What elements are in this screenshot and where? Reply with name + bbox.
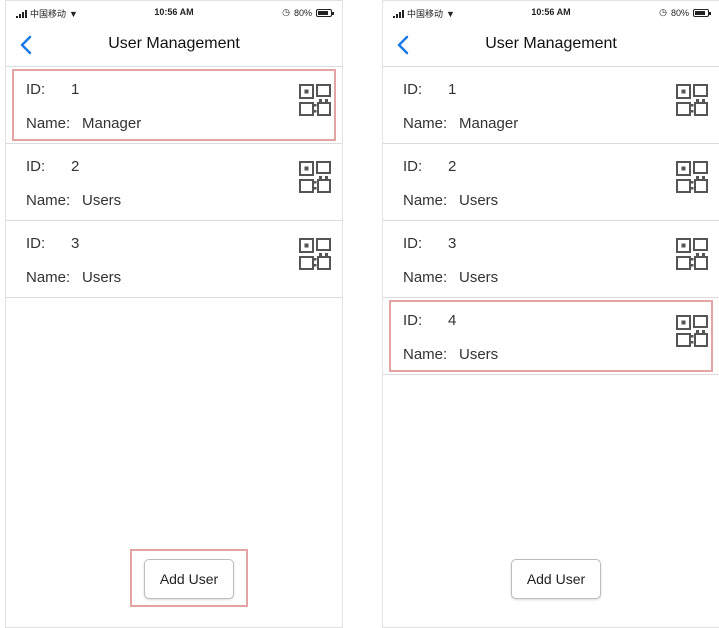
user-list: ID: 1 Name: Manager ID: 2 Name: Users ID: 3 N…: [6, 67, 342, 298]
qr-code-icon[interactable]: [298, 83, 332, 117]
table-row[interactable]: ID: 2 Name: Users: [383, 144, 719, 221]
table-row[interactable]: ID: 3 Name: Users: [6, 221, 342, 298]
phone-screen-after: 中国移动 ▼ 10:56 AM ◷ 80% User Management ID…: [382, 0, 719, 628]
battery-icon: [693, 8, 711, 17]
user-name-value: Users: [459, 192, 499, 209]
name-label: Name:: [403, 115, 448, 132]
user-name-line: Name: Users: [26, 269, 121, 286]
user-id-line: ID: 1: [403, 81, 456, 98]
user-id-line: ID: 1: [26, 81, 79, 98]
user-id-value: 2: [71, 158, 80, 175]
id-label: ID:: [403, 158, 423, 175]
status-right: ◷ 80%: [659, 7, 711, 18]
alarm-icon: ◷: [659, 7, 667, 17]
navigation-bar: User Management: [6, 23, 342, 67]
name-label: Name:: [26, 115, 71, 132]
id-label: ID:: [403, 81, 423, 98]
user-name-line: Name: Users: [403, 192, 498, 209]
user-id-value: 2: [448, 158, 457, 175]
user-id-value: 4: [448, 312, 457, 329]
battery-icon: [316, 8, 334, 17]
status-bar: 中国移动 ▼ 10:56 AM ◷ 80%: [6, 1, 342, 23]
user-name-value: Users: [459, 346, 499, 363]
user-id-line: ID: 4: [403, 312, 456, 329]
table-row[interactable]: ID: 1 Name: Manager: [6, 67, 342, 144]
battery-percent: 80%: [670, 7, 689, 18]
user-list: ID: 1 Name: Manager ID: 2 Name: Users ID: 3 N…: [383, 67, 719, 375]
navigation-bar: User Management: [383, 23, 719, 67]
user-id-line: ID: 2: [403, 158, 456, 175]
status-bar: 中国移动 ▼ 10:56 AM ◷ 80%: [383, 1, 719, 23]
user-name-value: Users: [459, 269, 499, 286]
name-label: Name:: [403, 346, 448, 363]
name-label: Name:: [26, 192, 71, 209]
alarm-icon: ◷: [282, 7, 290, 17]
page-title: User Management: [108, 35, 240, 52]
page-title: User Management: [485, 35, 617, 52]
name-label: Name:: [403, 269, 448, 286]
qr-code-icon[interactable]: [675, 237, 709, 271]
user-name-value: Users: [82, 269, 122, 286]
id-label: ID:: [26, 235, 46, 252]
id-label: ID:: [26, 81, 46, 98]
name-label: Name:: [26, 269, 71, 286]
add-user-button[interactable]: Add User: [511, 559, 601, 599]
user-name-line: Name: Users: [403, 346, 498, 363]
user-id-line: ID: 3: [403, 235, 456, 252]
id-label: ID:: [26, 158, 46, 175]
battery-percent: 80%: [293, 7, 312, 18]
user-name-line: Name: Manager: [26, 115, 141, 132]
id-label: ID:: [403, 235, 423, 252]
user-name-line: Name: Users: [403, 269, 498, 286]
table-row[interactable]: ID: 4 Name: Users: [383, 298, 719, 375]
user-id-line: ID: 2: [26, 158, 79, 175]
table-row[interactable]: ID: 2 Name: Users: [6, 144, 342, 221]
user-name-line: Name: Users: [26, 192, 121, 209]
user-name-value: Manager: [82, 115, 142, 132]
user-id-line: ID: 3: [26, 235, 79, 252]
id-label: ID:: [403, 312, 423, 329]
qr-code-icon[interactable]: [675, 314, 709, 348]
user-name-value: Users: [82, 192, 122, 209]
user-name-line: Name: Manager: [403, 115, 518, 132]
table-row[interactable]: ID: 1 Name: Manager: [383, 67, 719, 144]
name-label: Name:: [403, 192, 448, 209]
user-id-value: 3: [448, 235, 457, 252]
qr-code-icon[interactable]: [298, 237, 332, 271]
qr-code-icon[interactable]: [675, 160, 709, 194]
status-right: ◷ 80%: [282, 7, 334, 18]
user-id-value: 1: [71, 81, 80, 98]
add-user-button[interactable]: Add User: [144, 559, 234, 599]
user-name-value: Manager: [459, 115, 519, 132]
user-id-value: 3: [71, 235, 80, 252]
qr-code-icon[interactable]: [675, 83, 709, 117]
phone-screen-before: 中国移动 ▼ 10:56 AM ◷ 80% User Management ID…: [5, 0, 343, 628]
user-id-value: 1: [448, 81, 457, 98]
qr-code-icon[interactable]: [298, 160, 332, 194]
table-row[interactable]: ID: 3 Name: Users: [383, 221, 719, 298]
